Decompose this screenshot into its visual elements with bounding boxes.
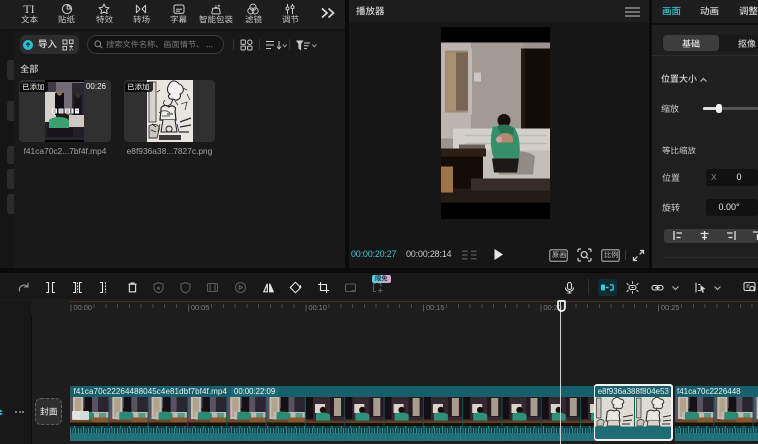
svg-text:TI: TI <box>23 3 34 15</box>
